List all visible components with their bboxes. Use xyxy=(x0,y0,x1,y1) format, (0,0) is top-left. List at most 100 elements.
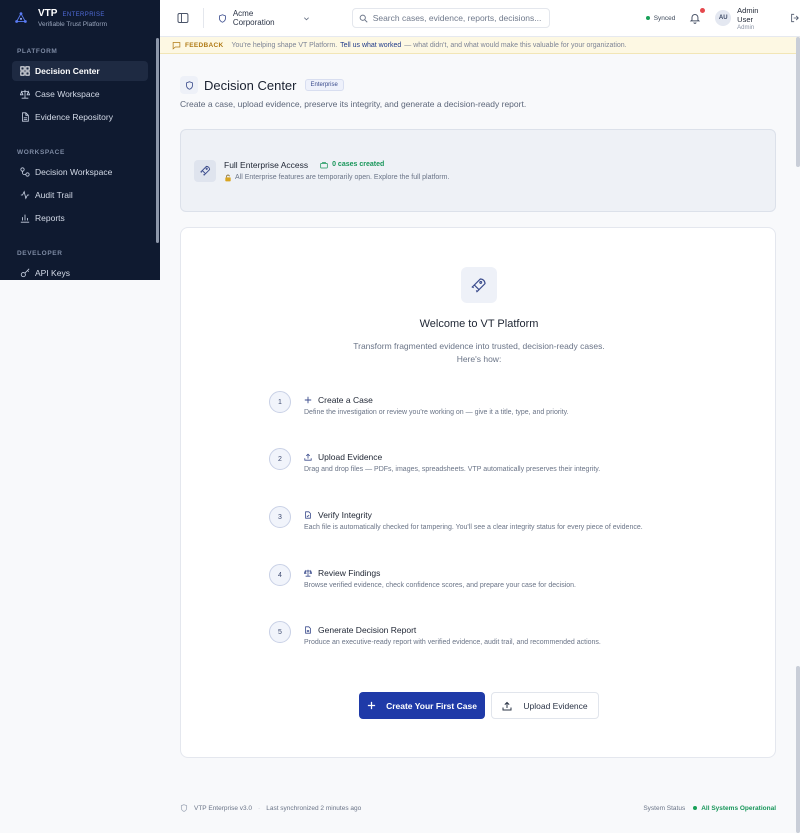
step-number: 1 xyxy=(269,391,291,413)
access-title: Full Enterprise Access xyxy=(224,159,309,170)
shield-icon xyxy=(218,13,226,23)
key-icon xyxy=(20,268,30,278)
step-title: Review Findings xyxy=(318,568,381,578)
system-status-label: System Status xyxy=(643,804,686,812)
case-count-badge: 0 cases created xyxy=(320,161,384,169)
search-input[interactable] xyxy=(372,13,543,23)
step-number: 2 xyxy=(269,448,291,470)
sync-status-text: Synced xyxy=(653,14,676,22)
chevron-down-icon xyxy=(303,16,309,20)
shield-icon xyxy=(180,804,188,812)
plan-badge: Enterprise xyxy=(304,79,344,91)
sidebar-item-label: Audit Trail xyxy=(35,190,73,200)
user-menu[interactable]: Admin User Admin xyxy=(737,6,776,31)
system-status-value: All Systems Operational xyxy=(701,804,776,812)
upload-icon xyxy=(304,453,312,461)
sidebar-item-label: Decision Workspace xyxy=(35,167,113,177)
feedback-text: You're helping shape VT Platform. xyxy=(231,41,338,49)
sidebar-item-label: API Keys xyxy=(35,268,70,278)
step-title: Upload Evidence xyxy=(318,452,383,462)
notification-dot xyxy=(700,8,706,13)
divider: · xyxy=(258,804,261,812)
user-name: Admin User xyxy=(737,5,759,24)
logout-icon[interactable] xyxy=(790,13,800,23)
org-name: Acme Corporation xyxy=(232,9,275,27)
access-description: All Enterprise features are temporarily … xyxy=(235,174,450,181)
notifications-button[interactable] xyxy=(689,8,706,24)
scale-icon xyxy=(20,89,30,99)
step-description: Each file is automatically checked for t… xyxy=(304,524,643,531)
page-subtitle: Create a case, upload evidence, preserve… xyxy=(180,99,527,109)
bell-icon xyxy=(690,14,701,24)
footer: VTP Enterprise v3.0 · Last synchronized … xyxy=(180,804,776,812)
grid-icon xyxy=(20,66,30,76)
sidebar-item-evidence-repository[interactable]: Evidence Repository xyxy=(12,107,148,127)
brand-name: VTP xyxy=(38,8,58,19)
welcome-subtitle: Transform fragmented evidence into trust… xyxy=(353,341,605,364)
rocket-icon xyxy=(199,165,210,176)
step-verify-integrity: 3 Verify Integrity Each file is automati… xyxy=(269,506,643,531)
status-dot xyxy=(693,806,698,810)
rocket-icon xyxy=(471,278,486,293)
case-count: 0 cases created xyxy=(332,161,385,168)
sidebar-item-decision-center[interactable]: Decision Center xyxy=(12,61,148,81)
vtp-logo-icon xyxy=(15,12,27,23)
step-number: 5 xyxy=(269,621,291,643)
briefcase-icon xyxy=(320,161,328,168)
step-title: Generate Decision Report xyxy=(318,625,417,635)
sidebar-scrollbar[interactable] xyxy=(156,38,159,243)
brand[interactable]: VTP ENTERPRISE Verifiable Trust Platform xyxy=(0,0,160,36)
page-scrollbar[interactable] xyxy=(796,37,800,167)
welcome-icon-box xyxy=(461,267,497,303)
step-create-case: 1 Create a Case Define the investigation… xyxy=(269,391,569,416)
avatar[interactable]: AU xyxy=(715,10,732,26)
create-first-case-button[interactable]: Create Your First Case xyxy=(359,692,485,719)
page-icon xyxy=(180,76,198,94)
sidebar-toggle-icon[interactable] xyxy=(177,12,189,24)
scale-icon xyxy=(304,569,312,577)
report-icon xyxy=(305,626,311,634)
plus-icon xyxy=(367,701,376,710)
sync-status: Synced xyxy=(645,14,676,22)
feedback-text-after: — what didn't, and what would make this … xyxy=(404,41,627,49)
lock-open-icon xyxy=(225,174,231,181)
enterprise-access-card: Full Enterprise Access 0 cases created A… xyxy=(180,129,776,212)
step-generate-report: 5 Generate Decision Report Produce an ex… xyxy=(269,621,601,646)
feedback-label: FEEDBACK xyxy=(185,41,224,49)
nav-section-platform: PLATFORM xyxy=(17,48,58,55)
search-box[interactable] xyxy=(351,8,550,28)
footer-sync: Last synchronized 2 minutes ago xyxy=(266,804,362,812)
sidebar-item-label: Decision Center xyxy=(35,66,100,76)
sidebar-item-case-workspace[interactable]: Case Workspace xyxy=(12,84,148,104)
welcome-title: Welcome to VT Platform xyxy=(419,318,539,330)
file-check-icon xyxy=(305,511,311,519)
step-description: Drag and drop files — PDFs, images, spre… xyxy=(304,466,601,473)
feedback-link[interactable]: Tell us what worked xyxy=(340,42,401,49)
bar-chart-icon xyxy=(20,214,30,223)
page-scrollbar-lower[interactable] xyxy=(796,666,800,833)
rocket-icon-box xyxy=(194,159,216,182)
activity-icon xyxy=(20,190,30,200)
topbar: Acme Corporation Synced AU Admin User Ad… xyxy=(160,0,800,37)
sidebar-item-audit-trail[interactable]: Audit Trail xyxy=(12,185,148,205)
sidebar-item-label: Case Workspace xyxy=(35,89,100,99)
sidebar-item-reports[interactable]: Reports xyxy=(12,208,148,228)
feedback-banner: FEEDBACK You're helping shape VT Platfor… xyxy=(160,37,800,54)
org-switcher[interactable]: Acme Corporation xyxy=(218,9,316,27)
brand-subtitle: Verifiable Trust Platform xyxy=(38,21,107,28)
step-description: Define the investigation or review you'r… xyxy=(304,409,569,416)
nav-section-workspace: WORKSPACE xyxy=(17,149,65,156)
message-icon xyxy=(172,41,181,50)
page-title: Decision Center xyxy=(204,77,297,93)
upload-evidence-button[interactable]: Upload Evidence xyxy=(491,692,599,719)
button-label: Create Your First Case xyxy=(386,700,477,711)
sidebar-item-decision-workspace[interactable]: Decision Workspace xyxy=(12,162,148,182)
step-upload-evidence: 2 Upload Evidence Drag and drop files — … xyxy=(269,448,600,473)
step-number: 4 xyxy=(269,564,291,586)
step-description: Browse verified evidence, check confiden… xyxy=(304,582,576,589)
sidebar-item-api-keys[interactable]: API Keys xyxy=(12,263,148,283)
step-title: Verify Integrity xyxy=(318,510,372,520)
sidebar-item-label: Reports xyxy=(35,213,65,223)
nav-section-developer: DEVELOPER xyxy=(17,250,63,257)
step-description: Produce an executive-ready report with v… xyxy=(304,639,601,646)
